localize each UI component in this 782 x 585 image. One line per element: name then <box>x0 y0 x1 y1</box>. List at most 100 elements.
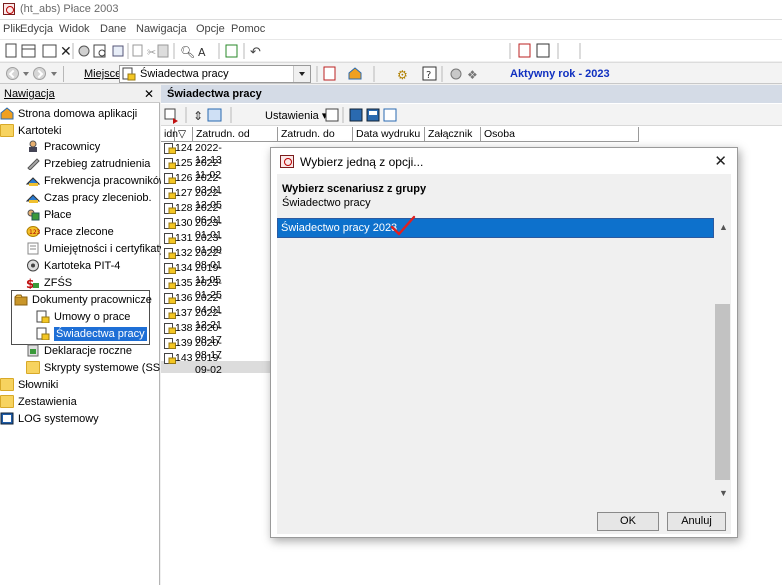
ok-button[interactable]: OK <box>597 512 659 531</box>
sort-icon: ⇕ <box>193 109 203 123</box>
nav-item-prace-zlecone[interactable]: 123 Prace zlecone <box>26 224 160 241</box>
panel-toolbar-right-icons <box>325 107 397 123</box>
nav-item-slowniki[interactable]: Słowniki <box>0 377 160 394</box>
cell-idn: 125 <box>175 157 193 169</box>
folder-icon <box>26 361 40 374</box>
filter-icon <box>349 108 363 122</box>
scenario-option-selected[interactable]: Świadectwo pracy 2023 <box>277 215 714 238</box>
dialog-close-icon[interactable]: ✕ <box>714 152 727 170</box>
folder-icon <box>0 124 14 137</box>
column-date-to[interactable]: Zatrudn. do <box>278 127 353 142</box>
location-dropdown-button[interactable] <box>293 66 310 82</box>
app-icon <box>3 3 15 15</box>
navigation-close-icon[interactable]: ✕ <box>144 87 154 101</box>
nav-item-label: Przebieg zatrudnienia <box>44 158 151 170</box>
nav-item-deklaracje[interactable]: Deklaracje roczne <box>26 343 160 360</box>
nav-item-label: Zestawienia <box>18 396 77 408</box>
nav-item-label: Umowy o prace <box>54 311 131 323</box>
nav-item-label: Kartoteka PIT-4 <box>44 260 121 272</box>
print-setup-icon <box>78 45 90 57</box>
pit4-icon <box>27 259 39 272</box>
scenario-option-label: Świadectwo pracy 2023 <box>281 222 398 234</box>
nav-item-home[interactable]: Strona domowa aplikacji <box>0 106 160 123</box>
declaration-icon <box>27 344 39 357</box>
settings-menu[interactable]: Ustawienia ▾ <box>265 109 327 122</box>
menu-pomoc[interactable]: Pomoc <box>231 23 265 35</box>
vertical-scrollbar[interactable]: ▲ ▼ <box>714 218 731 503</box>
navigation-header: Nawigacja ✕ <box>0 85 160 103</box>
nav-item-pracownicy[interactable]: Pracownicy <box>26 139 160 156</box>
column-attachment[interactable]: Załącznik <box>425 127 481 142</box>
scroll-up-icon[interactable]: ▲ <box>719 222 728 232</box>
nav-item-label: Prace zlecone <box>44 226 114 238</box>
nav-item-label: Skrypty systemowe (SSH) <box>44 362 172 374</box>
dialog-body: Wybierz scenariusz z grupy Świadectwo pr… <box>277 174 731 534</box>
menu-nawigacja[interactable]: Nawigacja <box>136 23 187 35</box>
menu-dane[interactable]: Dane <box>100 23 126 35</box>
toolbar-icons: ✕ ✂ 🔍︎ A ↶ <box>5 43 581 60</box>
column-date-from[interactable]: Zatrudn. od <box>193 127 278 142</box>
navigation-panel: Nawigacja ✕ Strona domowa aplikacji Kart… <box>0 85 172 585</box>
location-label: Miejsce <box>84 68 122 80</box>
fund-icon: $ <box>26 277 39 289</box>
calendar-icon <box>383 108 397 122</box>
nav-item-pit4[interactable]: Kartoteka PIT-4 <box>26 258 160 275</box>
nav-item-zestawienia[interactable]: Zestawienia <box>0 394 160 411</box>
svg-text:123: 123 <box>29 229 40 236</box>
nav-item-label: Świadectwa pracy <box>54 327 147 341</box>
cancel-button[interactable]: Anuluj <box>667 512 726 531</box>
menu-edycja[interactable]: Edycja <box>20 23 53 35</box>
export-icon <box>225 44 238 58</box>
forward-icon[interactable] <box>33 67 46 80</box>
nav-item-log[interactable]: LOG systemowy <box>0 411 160 428</box>
cell-idn: 128 <box>175 202 193 214</box>
nav-item-przebieg[interactable]: Przebieg zatrudnienia <box>26 156 160 173</box>
menu-widok[interactable]: Widok <box>59 23 90 35</box>
scenario-list[interactable]: Świadectwo pracy 2023 ▲ ▼ <box>277 215 731 503</box>
disc-icon <box>450 68 462 80</box>
home-icon <box>0 107 14 120</box>
nav-item-swiadectwa[interactable]: Świadectwa pracy <box>36 326 150 343</box>
back-dropdown-icon[interactable] <box>23 72 29 76</box>
back-icon[interactable] <box>6 67 19 80</box>
calc-icon <box>518 43 531 58</box>
tools-icon: ⚙ <box>397 68 408 82</box>
nav-item-frekwencja[interactable]: Frekwencja pracowników <box>26 173 167 190</box>
scroll-down-icon[interactable]: ▼ <box>719 488 728 498</box>
nav-item-dokumenty[interactable]: Dokumenty pracownicze <box>14 292 152 309</box>
column-person[interactable]: Osoba <box>481 127 639 142</box>
nav-item-label: Pracownicy <box>44 141 101 153</box>
refresh-icon <box>112 45 124 57</box>
nav-item-czas-pracy[interactable]: Czas pracy zleceniob. <box>26 190 160 207</box>
log-icon <box>0 412 14 425</box>
folder-icon <box>0 378 14 391</box>
location-combo[interactable]: Świadectwa pracy <box>119 65 311 83</box>
report-icon <box>323 66 336 81</box>
certificate-icon <box>27 242 39 255</box>
forward-dropdown-icon[interactable] <box>51 72 57 76</box>
menu-plik[interactable]: Plik <box>3 23 21 35</box>
scrollbar-thumb[interactable] <box>715 304 730 480</box>
cell-idn: 130 <box>175 217 193 229</box>
edit-icon <box>42 44 57 58</box>
nav-item-umowy[interactable]: Umowy o prace <box>36 309 150 326</box>
nav-item-umiejetnosci[interactable]: Umiejętności i certyfikaty <box>26 241 165 258</box>
contract-icon <box>36 310 50 323</box>
undo-icon: ↶ <box>250 45 261 60</box>
menu-opcje[interactable]: Opcje <box>196 23 225 35</box>
nav-item-label: ZFŚS <box>44 277 73 289</box>
nav-item-skrypty[interactable]: Skrypty systemowe (SSH) <box>26 360 172 377</box>
employees-icon <box>29 140 37 152</box>
cell-idn: 124 <box>175 142 193 154</box>
panel-title: Świadectwa pracy <box>167 88 262 100</box>
nav-item-kartoteki[interactable]: Kartoteki <box>0 123 160 140</box>
dialog-title: Wybierz jedną z opcji... <box>300 155 424 169</box>
menu-bar: Plik Edycja Widok Dane Nawigacja Opcje P… <box>0 20 782 39</box>
svg-text:?: ? <box>426 70 431 81</box>
location-value: Świadectwa pracy <box>140 68 229 80</box>
home-nav-icon <box>348 67 362 80</box>
nav-item-place[interactable]: Płace <box>26 207 160 224</box>
column-print-date[interactable]: Data wydruku <box>353 127 425 142</box>
column-filter-icon[interactable]: ▽ <box>175 127 193 142</box>
column-idn[interactable]: idn <box>161 127 178 142</box>
